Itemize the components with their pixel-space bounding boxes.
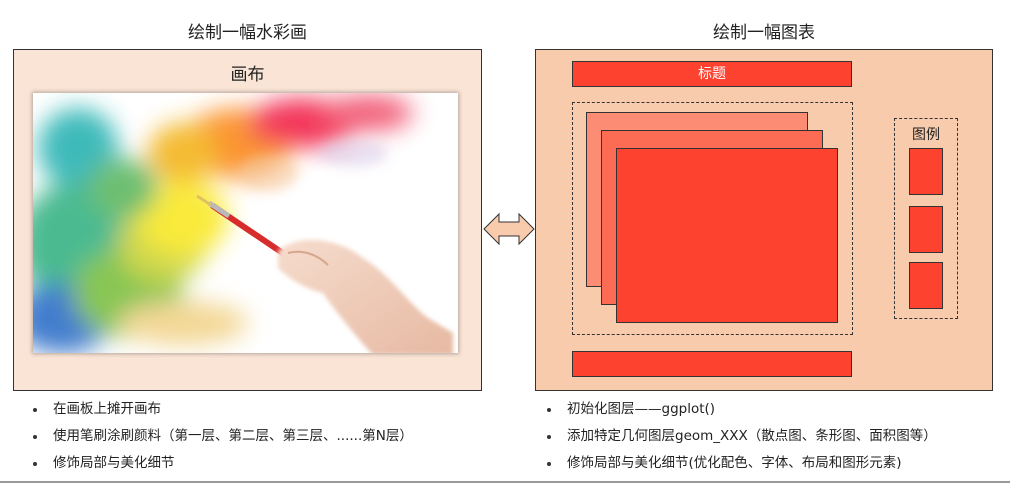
canvas-label: 画布	[230, 65, 265, 85]
bottom-divider	[0, 481, 1010, 483]
legend-key-3	[909, 262, 943, 309]
list-item: 初始化图层——ggplot()	[547, 396, 937, 423]
right-title: 绘制一幅图表	[713, 23, 815, 43]
x-axis-bar	[572, 351, 852, 377]
list-item: 在画板上摊开画布	[33, 396, 413, 423]
legend-label: 图例	[912, 127, 940, 143]
double-arrow-icon	[483, 212, 535, 246]
legend-key-2	[909, 206, 943, 253]
left-title: 绘制一幅水彩画	[188, 23, 307, 43]
list-item: 使用笔刷涂刷颜料（第一层、第二层、第三层、......第N层）	[33, 423, 413, 450]
legend-key-1	[909, 148, 943, 195]
watercolor-painting	[13, 93, 458, 355]
paintbrush-hand-illustration	[13, 95, 453, 355]
list-item: 修饰局部与美化细节	[33, 450, 413, 477]
geom-layer-3	[616, 148, 838, 323]
list-item: 修饰局部与美化细节(优化配色、字体、布局和图形元素)	[547, 450, 937, 477]
list-item: 添加特定几何图层geom_XXX（散点图、条形图、面积图等）	[547, 423, 937, 450]
left-steps-list: 在画板上摊开画布 使用笔刷涂刷颜料（第一层、第二层、第三层、......第N层）…	[33, 396, 413, 477]
right-steps-list: 初始化图层——ggplot() 添加特定几何图层geom_XXX（散点图、条形图…	[547, 396, 937, 477]
chart-title-label: 标题	[698, 66, 726, 82]
